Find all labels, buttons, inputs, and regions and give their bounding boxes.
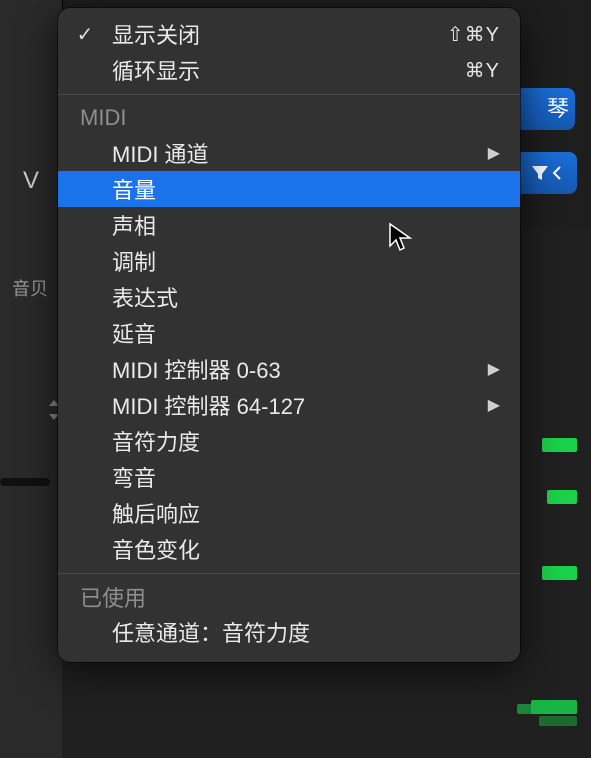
midi-block xyxy=(542,566,577,580)
menu-item-label: 延音 xyxy=(112,317,500,349)
instrument-button[interactable]: 琴 xyxy=(515,88,575,130)
menu-item-sustain[interactable]: 延音 xyxy=(58,315,520,351)
menu-item-shortcut: ⌘Y xyxy=(465,58,500,83)
truncated-label: 音贝 xyxy=(0,275,48,301)
menu-item-pitch-bend[interactable]: 弯音 xyxy=(58,459,520,495)
menu-item-midi-cc-64-127[interactable]: MIDI 控制器 64-127 ▶ xyxy=(58,387,520,423)
checkmark-icon: ✓ xyxy=(58,22,112,47)
menu-item-label: 调制 xyxy=(112,245,500,277)
midi-block xyxy=(547,490,577,504)
funnel-icon xyxy=(530,163,550,183)
menu-section-midi: MIDI xyxy=(58,101,520,135)
menu-item-label: 任意通道：音符力度 xyxy=(112,616,500,648)
automation-parameter-menu[interactable]: ✓ 显示关闭 ⇧⌘Y 循环显示 ⌘Y MIDI MIDI 通道 ▶ 音量 声相 … xyxy=(58,8,520,662)
menu-item-midi-channel[interactable]: MIDI 通道 ▶ xyxy=(58,135,520,171)
menu-item-pan[interactable]: 声相 xyxy=(58,207,520,243)
menu-item-midi-cc-0-63[interactable]: MIDI 控制器 0-63 ▶ xyxy=(58,351,520,387)
menu-item-shortcut: ⇧⌘Y xyxy=(447,22,500,47)
menu-item-label: 声相 xyxy=(112,209,500,241)
menu-item-label: MIDI 通道 xyxy=(112,137,480,169)
chevron-right-icon: ▶ xyxy=(480,143,500,163)
menu-item-note-velocity[interactable]: 音符力度 xyxy=(58,423,520,459)
menu-separator xyxy=(58,573,520,574)
menu-item-aftertouch[interactable]: 触后响应 xyxy=(58,495,520,531)
menu-item-label: 触后响应 xyxy=(112,497,500,529)
menu-item-label: 弯音 xyxy=(112,461,500,493)
menu-section-used: 已使用 xyxy=(58,580,520,614)
left-panel: V xyxy=(0,0,63,758)
filter-button[interactable] xyxy=(515,152,577,194)
menu-item-volume[interactable]: 音量 xyxy=(58,171,520,207)
chevron-right-icon: ▶ xyxy=(480,395,500,415)
menu-item-label: 循环显示 xyxy=(112,54,465,86)
midi-block xyxy=(539,716,577,726)
menu-item-label: 音量 xyxy=(112,173,500,205)
menu-item-label: 音色变化 xyxy=(112,533,500,565)
left-panel-label: V xyxy=(0,167,62,195)
chevron-left-icon xyxy=(552,166,562,180)
menu-item-show-off[interactable]: ✓ 显示关闭 ⇧⌘Y xyxy=(58,16,520,52)
slider-rail[interactable] xyxy=(0,478,50,486)
menu-item-used-any-channel[interactable]: 任意通道：音符力度 xyxy=(58,614,520,650)
menu-item-expression[interactable]: 表达式 xyxy=(58,279,520,315)
menu-item-label: 显示关闭 xyxy=(112,18,447,50)
menu-item-modulation[interactable]: 调制 xyxy=(58,243,520,279)
instrument-button-label: 琴 xyxy=(547,96,569,121)
midi-block xyxy=(517,704,577,714)
menu-item-label: MIDI 控制器 64-127 xyxy=(112,389,480,421)
menu-item-cycle-display[interactable]: 循环显示 ⌘Y xyxy=(58,52,520,88)
menu-item-label: MIDI 控制器 0-63 xyxy=(112,353,480,385)
midi-block xyxy=(542,438,577,452)
chevron-right-icon: ▶ xyxy=(480,359,500,379)
menu-item-program-change[interactable]: 音色变化 xyxy=(58,531,520,567)
menu-item-label: 音符力度 xyxy=(112,425,500,457)
menu-separator xyxy=(58,94,520,95)
menu-item-label: 表达式 xyxy=(112,281,500,313)
